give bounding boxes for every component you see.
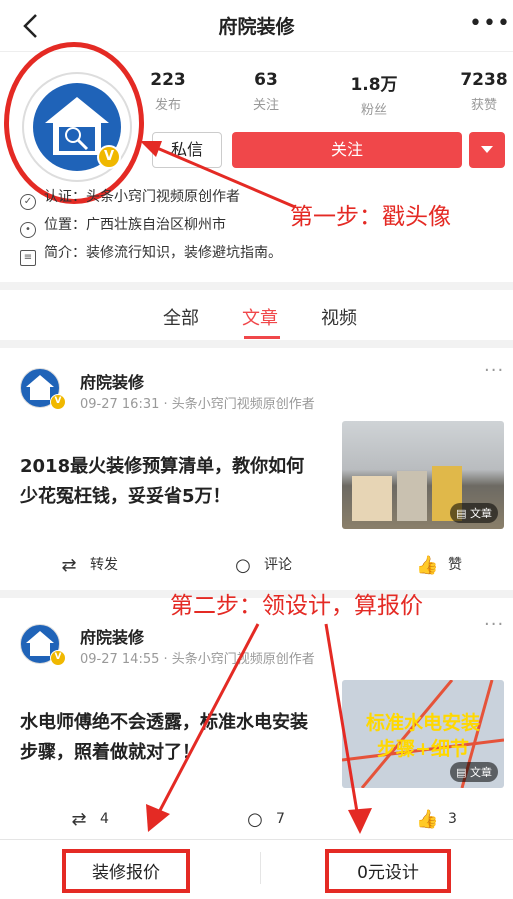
location-text: 位置：广西壮族自治区柳州市 — [44, 217, 226, 233]
stat-posts[interactable]: 223 发布 — [128, 70, 208, 113]
article-tag: ▤ 文章 — [450, 762, 498, 782]
stat-likes[interactable]: 7238 获赞 — [444, 70, 513, 113]
info-location: • 位置：广西壮族自治区柳州市 — [20, 214, 226, 238]
repost-button[interactable]: ⇄ 4 — [68, 809, 109, 830]
tag-label: 文章 — [470, 507, 492, 520]
more-options-icon[interactable]: ••• — [469, 12, 510, 40]
stat-label: 发布 — [154, 98, 181, 113]
active-tab-indicator — [244, 336, 280, 339]
post-thumbnail[interactable]: ▤ 文章 — [342, 421, 504, 529]
check-badge-icon: ✓ — [20, 194, 36, 210]
stat-fans[interactable]: 1.8万 粉丝 — [334, 70, 414, 118]
stat-value: 1.8万 — [350, 75, 398, 95]
document-icon: ≡ — [20, 250, 36, 266]
more-follow-dropdown-button[interactable] — [469, 132, 505, 168]
like-count: 3 — [448, 811, 457, 827]
verified-badge-icon: V — [50, 394, 66, 410]
post-more-icon[interactable]: ··· — [484, 360, 504, 381]
stat-following[interactable]: 63 关注 — [226, 70, 306, 113]
info-certification: ✓ 认证：头条小窍门视频原创作者 — [20, 186, 240, 210]
repost-icon: ⇄ — [61, 555, 77, 576]
bio-text: 简介：装修流行知识，装修避坑指南。 — [44, 245, 282, 261]
chevron-down-icon — [481, 146, 493, 153]
annotation-step1: 第一步：戳头像 — [290, 204, 451, 230]
verified-badge-icon: V — [50, 650, 66, 666]
post-title[interactable]: 2018最火装修预算清单，教你如何少花冤枉钱，妥妥省5万！ — [20, 452, 320, 512]
comment-icon: ○ — [235, 555, 251, 576]
post-more-icon[interactable]: ··· — [484, 614, 504, 635]
like-button[interactable]: 👍 3 — [416, 809, 457, 830]
verified-badge-icon: V — [97, 145, 121, 169]
repost-count: 4 — [100, 811, 109, 827]
stat-label: 获赞 — [470, 98, 497, 113]
comment-button[interactable]: ○ 评论 — [232, 554, 292, 576]
article-tag: ▤ 文章 — [450, 503, 498, 523]
comment-label: 评论 — [264, 557, 292, 573]
stat-label: 粉丝 — [360, 103, 387, 118]
location-pin-icon: • — [20, 222, 36, 238]
renovation-quote-button[interactable]: 装修报价 — [62, 849, 190, 893]
repost-icon: ⇄ — [71, 809, 87, 830]
stat-value: 7238 — [460, 70, 508, 90]
page-title: 府院装修 — [218, 16, 295, 38]
section-divider — [0, 282, 513, 290]
post-author-name[interactable]: 府院装修 — [80, 369, 144, 393]
cert-text: 认证：头条小窍门视频原创作者 — [44, 189, 240, 205]
stat-value: 63 — [254, 70, 278, 90]
tab-articles[interactable]: 文章 — [242, 304, 278, 330]
tab-all[interactable]: 全部 — [163, 304, 199, 330]
info-bio: ≡ 简介：装修流行知识，装修避坑指南。 — [20, 242, 282, 266]
thumbs-up-icon: 👍 — [416, 555, 439, 576]
tag-label: 文章 — [470, 766, 492, 779]
section-divider — [0, 340, 513, 348]
like-button[interactable]: 👍 赞 — [416, 554, 462, 576]
annotation-step2: 第二步：领设计，算报价 — [170, 593, 423, 619]
thumbs-up-icon: 👍 — [416, 809, 439, 830]
repost-button[interactable]: ⇄ 转发 — [58, 554, 118, 576]
repost-label: 转发 — [90, 557, 118, 573]
stat-value: 223 — [150, 70, 186, 90]
thumbnail-object — [352, 476, 392, 521]
like-label: 赞 — [448, 557, 462, 573]
bottom-divider — [260, 852, 261, 884]
post-meta: 09-27 16:31 · 头条小窍门视频原创作者 — [80, 397, 315, 412]
tab-videos[interactable]: 视频 — [321, 304, 357, 330]
thumbnail-object — [397, 471, 427, 521]
free-design-button[interactable]: 0元设计 — [325, 849, 451, 893]
stat-label: 关注 — [252, 98, 279, 113]
annotation-arrows-step2 — [146, 623, 372, 834]
